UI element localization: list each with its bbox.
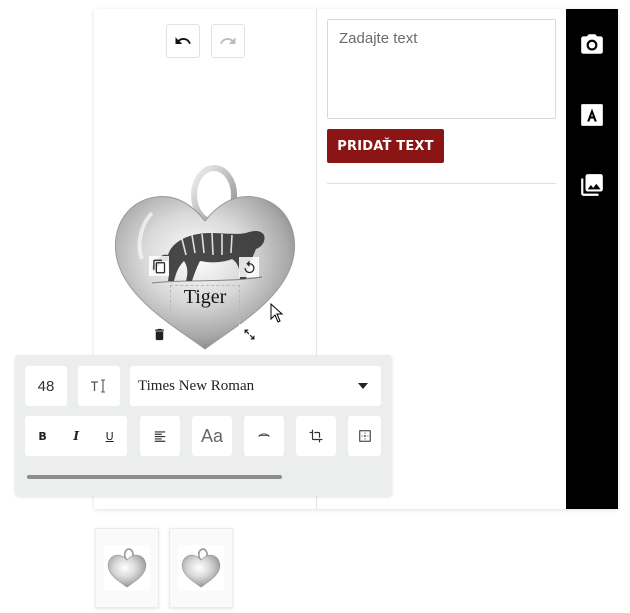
mouse-cursor-icon bbox=[270, 303, 284, 323]
crop-icon bbox=[309, 429, 323, 443]
heart-pendant-thumbnail bbox=[181, 548, 221, 588]
position-button[interactable] bbox=[348, 416, 381, 456]
text-case-button[interactable]: Aa bbox=[192, 416, 232, 456]
product-thumbnail-front[interactable] bbox=[95, 528, 159, 608]
font-size-field[interactable]: 48 bbox=[25, 366, 67, 406]
curve-text-button[interactable] bbox=[244, 416, 284, 456]
engraving-text[interactable]: Tiger bbox=[170, 286, 240, 309]
text-panel-divider bbox=[327, 183, 556, 184]
text-size-button[interactable] bbox=[78, 366, 120, 406]
camera-icon bbox=[581, 34, 603, 54]
center-grid-icon bbox=[358, 430, 371, 442]
add-image-tool[interactable] bbox=[577, 170, 607, 200]
add-text-button[interactable]: PRIDAŤ TEXT bbox=[327, 129, 444, 163]
redo-icon bbox=[220, 37, 236, 44]
text-input[interactable] bbox=[327, 19, 556, 119]
undo-button[interactable] bbox=[166, 24, 200, 58]
underline-icon[interactable]: U bbox=[106, 430, 114, 443]
rotate-icon bbox=[244, 260, 254, 273]
add-text-tool[interactable] bbox=[577, 100, 607, 130]
text-height-icon bbox=[91, 379, 105, 393]
align-left-icon bbox=[154, 431, 166, 442]
crop-button[interactable] bbox=[296, 416, 336, 456]
heart-pendant-thumbnail bbox=[107, 548, 147, 588]
delete-handle[interactable] bbox=[149, 324, 169, 344]
text-icon bbox=[581, 104, 603, 126]
redo-button[interactable] bbox=[211, 24, 245, 58]
font-family-value: Times New Roman bbox=[138, 377, 255, 394]
curve-text-icon bbox=[258, 433, 270, 437]
copy-icon bbox=[152, 259, 165, 273]
chevron-down-icon bbox=[358, 383, 368, 389]
add-photo-tool[interactable] bbox=[577, 29, 607, 59]
duplicate-handle[interactable] bbox=[149, 256, 169, 276]
italic-icon[interactable]: I bbox=[73, 429, 79, 443]
image-icon bbox=[581, 174, 603, 196]
undo-icon bbox=[175, 37, 191, 44]
toolbar-scrollbar[interactable] bbox=[27, 475, 282, 479]
bold-icon[interactable]: B bbox=[38, 430, 46, 443]
heart-pendant-image[interactable] bbox=[112, 163, 298, 353]
trash-icon bbox=[154, 328, 164, 340]
tool-sidebar bbox=[566, 9, 618, 509]
font-family-select[interactable]: Times New Roman bbox=[130, 366, 381, 406]
product-thumbnail-back[interactable] bbox=[169, 528, 233, 608]
resize-icon bbox=[244, 329, 254, 339]
resize-handle[interactable] bbox=[239, 324, 259, 344]
align-button[interactable] bbox=[140, 416, 180, 456]
text-style-group: B I U bbox=[25, 416, 127, 456]
rotate-handle[interactable] bbox=[239, 257, 259, 277]
